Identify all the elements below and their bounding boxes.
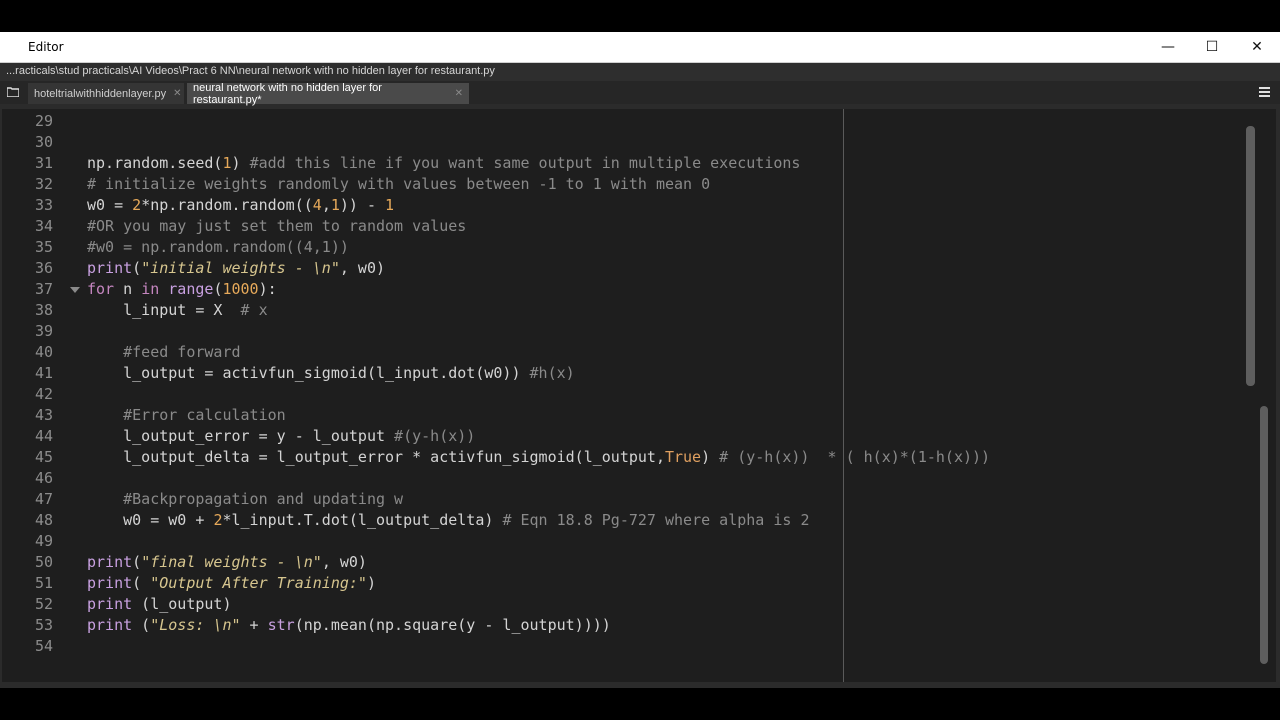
code-area[interactable]: np.random.seed(1) #add this line if you …	[87, 109, 1237, 682]
line-number: 34	[34, 217, 53, 235]
line-number: 36	[34, 259, 53, 277]
tab-close-icon[interactable]: ✕	[455, 88, 463, 99]
code-line[interactable]: print("final weights - \n", w0)	[87, 552, 367, 573]
maximize-button[interactable]: ☐	[1190, 32, 1234, 62]
line-number: 45	[34, 448, 53, 466]
code-line[interactable]: w0 = 2*np.random.random((4,1)) - 1	[87, 195, 394, 216]
line-number: 33	[34, 196, 53, 214]
line-number: 30	[34, 133, 53, 151]
code-line[interactable]: #Backpropagation and updating w	[87, 489, 403, 510]
line-number: 35	[34, 238, 53, 256]
line-number: 51	[34, 574, 53, 592]
line-number-gutter: 29 30 31 32 33 34 35 36 37 38 39 40 41 42 43 44 45 46 47 48…	[2, 109, 82, 682]
line-number: 49	[34, 532, 53, 550]
code-line[interactable]: # initialize weights randomly with value…	[87, 174, 710, 195]
code-line[interactable]: print (l_output)	[87, 594, 232, 615]
line-number: 52	[34, 595, 53, 613]
line-number: 42	[34, 385, 53, 403]
code-editor[interactable]: 29 30 31 32 33 34 35 36 37 38 39 40 41 42 43 44 45 46 47 48…	[2, 109, 1276, 682]
code-line[interactable]: #Error calculation	[87, 405, 286, 426]
line-number: 32	[34, 175, 53, 193]
line-number: 53	[34, 616, 53, 634]
scrollbar-thumb[interactable]	[1246, 126, 1255, 386]
tab-hoteltrialwithhiddenlayer[interactable]: hoteltrialwithhiddenlayer.py ✕	[28, 83, 184, 104]
file-path: ...racticals\stud practicals\AI Videos\P…	[6, 65, 495, 77]
code-line[interactable]: l_output_error = y - l_output #(y-h(x))	[87, 426, 475, 447]
tab-close-icon[interactable]: ✕	[173, 88, 181, 99]
title-bar: Editor — ☐ ✕	[0, 32, 1280, 63]
code-line[interactable]: l_input = X # x	[87, 300, 268, 321]
code-line[interactable]: l_output_delta = l_output_error * activf…	[87, 447, 990, 468]
hamburger-menu-icon[interactable]	[1259, 87, 1270, 97]
editor-window: Editor — ☐ ✕ ...racticals\stud practical…	[0, 32, 1280, 688]
fold-arrow-icon[interactable]	[70, 287, 80, 293]
line-number: 50	[34, 553, 53, 571]
code-line[interactable]: np.random.seed(1) #add this line if you …	[87, 153, 800, 174]
code-line[interactable]: print("initial weights - \n", w0)	[87, 258, 385, 279]
tab-label: neural network with no hidden layer for …	[193, 81, 382, 106]
code-line[interactable]: w0 = w0 + 2*l_input.T.dot(l_output_delta…	[87, 510, 809, 531]
line-number: 39	[34, 322, 53, 340]
line-number: 38	[34, 301, 53, 319]
code-line[interactable]: for n in range(1000):	[87, 279, 277, 300]
line-number: 44	[34, 427, 53, 445]
code-line[interactable]: #w0 = np.random.random((4,1))	[87, 237, 349, 258]
line-number: 48	[34, 511, 53, 529]
line-number: 31	[34, 154, 53, 172]
line-number: 40	[34, 343, 53, 361]
line-number: 37	[34, 280, 53, 298]
line-number: 54	[34, 637, 53, 655]
code-line[interactable]: #feed forward	[87, 342, 240, 363]
close-button[interactable]: ✕	[1235, 32, 1279, 62]
folder-icon[interactable]	[7, 87, 19, 97]
line-number: 41	[34, 364, 53, 382]
code-line[interactable]: print( "Output After Training:")	[87, 573, 376, 594]
tab-bar: hoteltrialwithhiddenlayer.py ✕ neural ne…	[0, 81, 1280, 106]
column-ruler	[843, 109, 844, 682]
line-number: 46	[34, 469, 53, 487]
minimize-button[interactable]: —	[1146, 32, 1190, 62]
window-title: Editor	[28, 40, 64, 54]
minimap-scrollbar-thumb[interactable]	[1260, 406, 1268, 664]
line-number: 47	[34, 490, 53, 508]
tab-neural-network-no-hidden-layer[interactable]: neural network with no hidden layer for …	[187, 81, 469, 106]
code-line[interactable]: print ("Loss: \n" + str(np.mean(np.squar…	[87, 615, 611, 636]
line-number: 43	[34, 406, 53, 424]
code-line[interactable]: l_output = activfun_sigmoid(l_input.dot(…	[87, 363, 575, 384]
tab-label: hoteltrialwithhiddenlayer.py	[34, 87, 167, 100]
file-path-bar: ...racticals\stud practicals\AI Videos\P…	[0, 63, 1280, 81]
line-number: 29	[34, 112, 53, 130]
code-line[interactable]: #OR you may just set them to random valu…	[87, 216, 466, 237]
